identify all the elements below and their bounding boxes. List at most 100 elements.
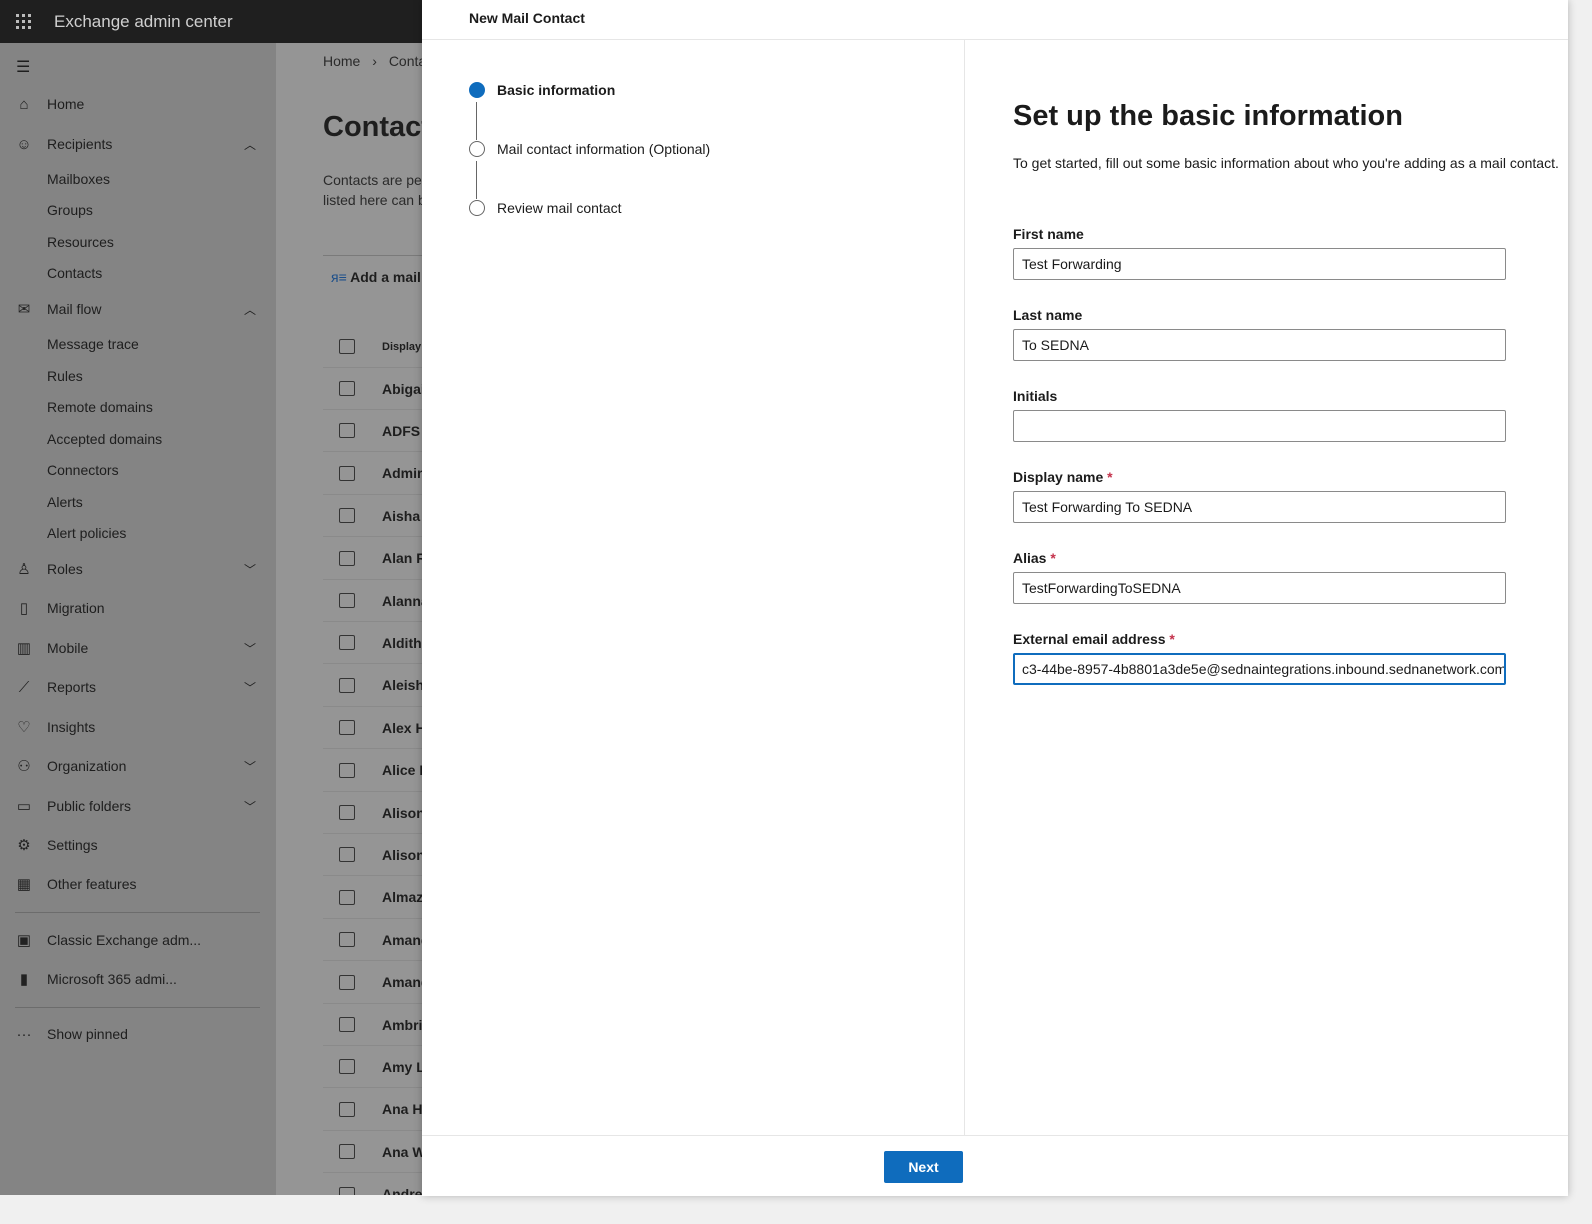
table-row[interactable]: Almaz (323, 877, 422, 919)
table-row[interactable]: Andre (323, 1174, 422, 1195)
sidebar-item-organization[interactable]: ⚇ Organization ﹀ (0, 751, 276, 781)
page-title: Contact (323, 111, 422, 143)
app-launcher-icon[interactable] (16, 13, 32, 30)
chevron-up-icon[interactable]: ︿ (244, 301, 256, 318)
table-row[interactable]: Alanna (323, 580, 422, 622)
row-checkbox[interactable] (339, 635, 355, 651)
hamburger-menu-icon[interactable]: ☰ (16, 57, 30, 77)
sidebar-item-mailboxes[interactable]: Mailboxes (0, 164, 276, 194)
row-checkbox[interactable] (339, 932, 355, 948)
sidebar-item-public-folders[interactable]: ▭ Public folders ﹀ (0, 791, 276, 821)
sidebar-item-reports[interactable]: ⟋ Reports ﹀ (0, 672, 276, 702)
last-name-input[interactable]: To SEDNA (1013, 329, 1506, 361)
table-row[interactable]: Abigai (323, 368, 422, 410)
sidebar-item-alert-policies[interactable]: Alert policies (0, 518, 276, 548)
step-review-mail-contact[interactable]: Review mail contact (469, 200, 622, 216)
table-row[interactable]: Aleisha (323, 665, 422, 707)
sidebar-item-show-pinned[interactable]: ··· Show pinned (0, 1019, 276, 1049)
table-row[interactable]: Ana H (323, 1089, 422, 1131)
table-row[interactable]: Alice M (323, 750, 422, 792)
row-checkbox[interactable] (339, 805, 355, 820)
table-row[interactable]: Ambri (323, 1004, 422, 1046)
sidebar-item-rules[interactable]: Rules (0, 361, 276, 391)
row-checkbox[interactable] (339, 593, 355, 608)
initials-label: Initials (1013, 388, 1506, 404)
first-name-input[interactable]: Test Forwarding (1013, 248, 1506, 280)
row-checkbox[interactable] (339, 550, 355, 566)
row-checkbox[interactable] (339, 677, 355, 693)
breadcrumb: Home › Conta (323, 53, 422, 69)
row-checkbox[interactable] (339, 1017, 355, 1032)
breadcrumb-home[interactable]: Home (323, 53, 360, 69)
row-checkbox[interactable] (339, 465, 355, 481)
table-row[interactable]: ADFS S (323, 410, 422, 453)
row-checkbox[interactable] (339, 1144, 355, 1160)
sidebar-item-contacts[interactable]: Contacts (0, 258, 276, 288)
table-row[interactable]: Alex H (323, 707, 422, 750)
table-row[interactable]: Admin (323, 453, 422, 495)
initials-input[interactable] (1013, 410, 1506, 442)
sidebar-item-classic-exchange-adm[interactable]: ▣ Classic Exchange adm... (0, 925, 276, 955)
select-all-checkbox[interactable] (339, 339, 355, 354)
row-checkbox[interactable] (339, 762, 355, 778)
row-checkbox[interactable] (339, 889, 355, 905)
row-checkbox[interactable] (339, 1059, 355, 1075)
chevron-down-icon[interactable]: ﹀ (244, 758, 256, 775)
display-name-input[interactable]: Test Forwarding To SEDNA (1013, 491, 1506, 523)
sidebar-item-accepted-domains[interactable]: Accepted domains (0, 424, 276, 454)
table-row[interactable]: Amand (323, 962, 422, 1004)
table-row[interactable]: Ana W (323, 1131, 422, 1174)
sidebar-item-remote-domains[interactable]: Remote domains (0, 392, 276, 422)
sidebar-item-microsoft-365-admi[interactable]: ▮ Microsoft 365 admi... (0, 964, 276, 994)
mobile-icon: ▥ (16, 640, 32, 657)
table-row[interactable]: Alison (323, 834, 422, 877)
sidebar-item-other-features[interactable]: ▦ Other features (0, 869, 276, 899)
label-text: Last name (1013, 307, 1083, 323)
row-checkbox[interactable] (339, 423, 355, 439)
step-pending-icon (469, 200, 485, 216)
sidebar-item-groups[interactable]: Groups (0, 195, 276, 225)
table-row[interactable]: Aisha I (323, 495, 422, 538)
row-checkbox[interactable] (339, 508, 355, 524)
sidebar-item-message-trace[interactable]: Message trace (0, 329, 276, 359)
sidebar-item-roles[interactable]: ♙ Roles ﹀ (0, 554, 276, 584)
chevron-down-icon[interactable]: ﹀ (244, 561, 256, 578)
table-row[interactable]: Alison (323, 792, 422, 834)
sidebar-item-insights[interactable]: ♡ Insights (0, 712, 276, 742)
sidebar-item-mobile[interactable]: ▥ Mobile ﹀ (0, 633, 276, 663)
label-text: Initials (1013, 388, 1058, 404)
alias-input[interactable]: TestForwardingToSEDNA (1013, 572, 1506, 604)
row-checkbox[interactable] (339, 974, 355, 990)
chevron-down-icon[interactable]: ﹀ (244, 798, 256, 815)
chevron-down-icon[interactable]: ﹀ (244, 640, 256, 657)
table-row[interactable]: Amand (323, 919, 422, 962)
sidebar-item-alerts[interactable]: Alerts (0, 487, 276, 517)
sidebar-item-mail-flow[interactable]: ✉ Mail flow ︿ (0, 294, 276, 324)
row-checkbox[interactable] (339, 1186, 355, 1195)
column-header-display-name[interactable]: Display (382, 341, 421, 353)
table-row[interactable]: Aldith (323, 622, 422, 665)
chevron-up-icon[interactable]: ︿ (244, 136, 256, 153)
add-mail-contact-button[interactable]: ᴙ≡ Add a mail (331, 269, 421, 285)
row-checkbox[interactable] (339, 381, 355, 396)
chevron-down-icon[interactable]: ﹀ (244, 679, 256, 696)
breadcrumb-current[interactable]: Conta (389, 53, 422, 69)
next-button[interactable]: Next (884, 1151, 963, 1183)
row-checkbox[interactable] (339, 1101, 355, 1117)
step-mail-contact-information[interactable]: Mail contact information (Optional) (469, 141, 710, 157)
external-email-address-input[interactable]: c3-44be-8957-4b8801a3de5e@sednaintegrati… (1013, 653, 1506, 685)
step-basic-information[interactable]: Basic information (469, 82, 615, 98)
row-checkbox[interactable] (339, 720, 355, 736)
table-row[interactable]: Alan R (323, 538, 422, 580)
description-line: listed here can b (323, 192, 422, 208)
table-row[interactable]: Amy L (323, 1046, 422, 1089)
sidebar-item-resources[interactable]: Resources (0, 227, 276, 257)
sidebar-item-home[interactable]: ⌂ Home (0, 89, 276, 119)
sidebar-item-recipients[interactable]: ☺ Recipients ︿ (0, 129, 276, 159)
step-connector (476, 161, 477, 199)
row-checkbox[interactable] (339, 847, 355, 863)
contact-name: Amand (382, 931, 422, 948)
sidebar-item-settings[interactable]: ⚙ Settings (0, 830, 276, 860)
sidebar-item-migration[interactable]: ▯ Migration (0, 593, 276, 623)
sidebar-item-connectors[interactable]: Connectors (0, 455, 276, 485)
